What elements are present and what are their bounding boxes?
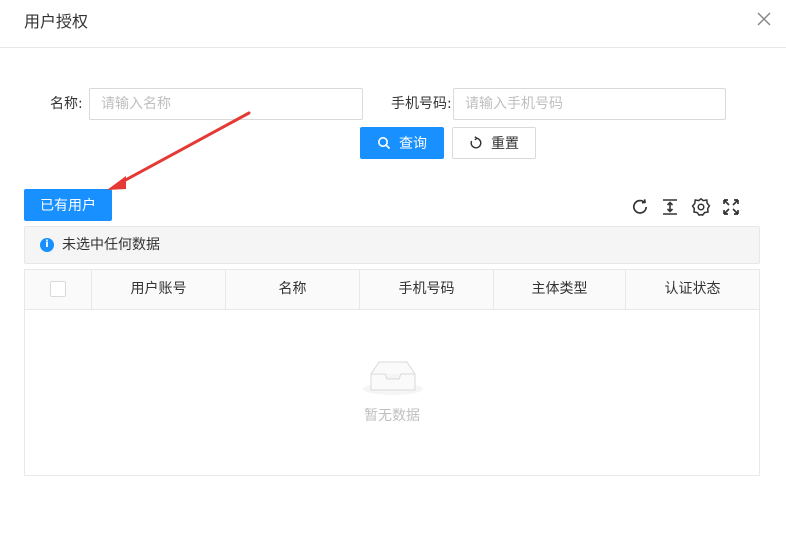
query-button[interactable]: 查询 [360, 127, 444, 159]
reset-button[interactable]: 重置 [452, 127, 536, 159]
column-header-account[interactable]: 用户账号 [92, 270, 226, 309]
column-header-subject-type[interactable]: 主体类型 [494, 270, 626, 309]
close-icon[interactable] [756, 11, 772, 27]
alert-text: 未选中任何数据 [62, 237, 160, 253]
fullscreen-icon[interactable] [721, 197, 741, 217]
existing-users-button[interactable]: 已有用户 [24, 189, 112, 221]
empty-text: 暂无数据 [364, 408, 420, 424]
refresh-icon[interactable] [630, 197, 650, 217]
column-header-phone[interactable]: 手机号码 [360, 270, 494, 309]
users-table: 用户账号 名称 手机号码 主体类型 认证状态 暂无数据 [24, 269, 760, 476]
select-all-cell [25, 270, 92, 309]
empty-inbox-icon [363, 361, 423, 395]
query-button-label: 查询 [399, 136, 427, 152]
name-input[interactable] [89, 88, 363, 120]
name-label: 名称: [50, 96, 83, 112]
modal-header: 用户授权 [0, 0, 786, 48]
user-authorization-modal: 用户授权 名称: 手机号码: 查询 重置 已有用户 [0, 0, 786, 560]
phone-label: 手机号码: [391, 96, 452, 112]
table-header: 用户账号 名称 手机号码 主体类型 认证状态 [25, 270, 759, 310]
setting-icon[interactable] [691, 197, 711, 217]
search-icon [378, 137, 391, 150]
selection-alert: i 未选中任何数据 [24, 226, 760, 264]
reset-button-label: 重置 [491, 136, 519, 152]
existing-users-label: 已有用户 [40, 198, 96, 214]
column-header-auth-status[interactable]: 认证状态 [626, 270, 759, 309]
phone-input[interactable] [453, 88, 726, 120]
select-all-checkbox[interactable] [50, 281, 66, 297]
info-icon: i [40, 238, 54, 252]
modal-title: 用户授权 [24, 12, 89, 31]
column-height-icon[interactable] [660, 197, 680, 217]
reload-icon [470, 136, 482, 149]
column-header-name[interactable]: 名称 [226, 270, 360, 309]
